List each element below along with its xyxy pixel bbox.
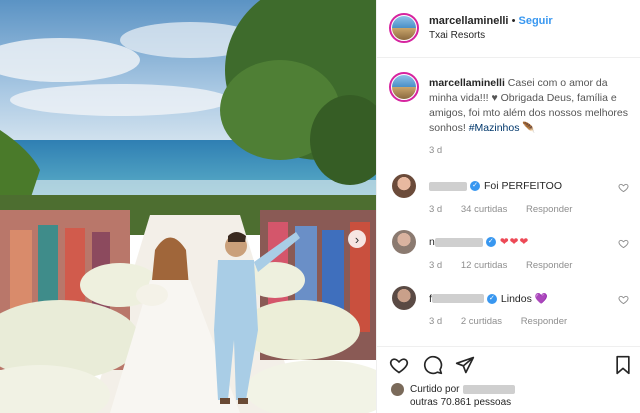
reply-button[interactable]: Responder — [526, 260, 572, 271]
heart-outline-icon[interactable] — [389, 355, 409, 375]
location-link[interactable]: Txai Resorts — [429, 30, 485, 41]
chevron-right-icon: › — [354, 231, 360, 247]
comment-time: 3 d — [429, 204, 443, 215]
comment-likes[interactable]: 34 curtidas — [461, 204, 507, 215]
liked-by-label: Curtido por — [410, 383, 460, 395]
like-comment-heart-icon[interactable] — [618, 238, 629, 249]
liker-avatar — [391, 382, 404, 396]
commenter-avatar[interactable] — [392, 174, 416, 198]
hashtag-link[interactable]: #Mazinhos — [469, 122, 520, 134]
next-photo-button[interactable]: › — [348, 230, 366, 248]
comment-text: Lindos 💜 — [500, 293, 548, 305]
author-line: marcellaminelli • Seguir — [429, 15, 553, 27]
like-comment-heart-icon[interactable] — [618, 294, 629, 305]
caption-text: marcellaminelli Casei com o amor da minh… — [429, 76, 629, 136]
comment-meta: 3 d 12 curtidas Responder — [429, 260, 588, 271]
post-header: marcellaminelli • Seguir Txai Resorts — [377, 0, 640, 58]
comment-time: 3 d — [429, 316, 443, 327]
reply-button[interactable]: Responder — [526, 204, 572, 215]
post-photo[interactable]: › — [0, 0, 376, 413]
caption-timestamp: 3 d — [429, 145, 443, 156]
caption-username[interactable]: marcellaminelli — [429, 77, 505, 89]
comment-line: n ✓ ❤❤❤ — [429, 236, 530, 248]
username-redacted[interactable] — [431, 294, 484, 303]
reply-button[interactable]: Responder — [521, 316, 567, 327]
comment-line: ✓ Foi PERFEITOO — [429, 180, 562, 192]
commenter-avatar[interactable] — [392, 286, 416, 310]
comment-line: f ✓ Lindos 💜 — [429, 292, 548, 306]
comment-likes[interactable]: 12 curtidas — [461, 260, 507, 271]
username-redacted[interactable] — [434, 237, 483, 247]
comment-text: Foi PERFEITOO — [484, 180, 562, 192]
username-redacted[interactable] — [429, 181, 467, 191]
commenter-avatar[interactable] — [392, 230, 416, 254]
comment-meta: 3 d 2 curtidas Responder — [429, 316, 583, 327]
wedding-photo — [0, 0, 376, 413]
author-avatar[interactable] — [389, 13, 419, 43]
comment-likes[interactable]: 2 curtidas — [461, 316, 502, 327]
comment-item: ✓ Foi PERFEITOO 3 d 34 curtidas Responde… — [389, 174, 633, 224]
author-username[interactable]: marcellaminelli — [429, 15, 509, 27]
paper-plane-icon[interactable] — [455, 355, 475, 375]
verified-badge-icon: ✓ — [485, 237, 496, 247]
feather-emoji: 🪶 — [522, 122, 536, 134]
other-likes[interactable]: outras 70.861 pessoas — [410, 397, 511, 408]
post-sidebar: marcellaminelli • Seguir Txai Resorts ma… — [376, 0, 640, 413]
verified-badge-icon: ✓ — [486, 293, 497, 304]
comment-meta: 3 d 34 curtidas Responder — [429, 204, 588, 215]
like-comment-heart-icon[interactable] — [618, 182, 629, 193]
caption-avatar[interactable] — [389, 72, 419, 102]
comment-time: 3 d — [429, 260, 443, 271]
liker-username-redacted[interactable] — [463, 384, 516, 394]
separator-dot: • — [511, 15, 516, 27]
speech-bubble-icon[interactable] — [423, 355, 443, 375]
comment-item: n ✓ ❤❤❤ 3 d 12 curtidas Responder — [389, 230, 633, 280]
bookmark-icon[interactable] — [613, 355, 633, 375]
liked-by-line[interactable]: Curtido por — [391, 382, 517, 396]
post-actions: Curtido por outras 70.861 pessoas — [377, 346, 640, 413]
verified-badge-icon: ✓ — [470, 181, 480, 191]
follow-button[interactable]: Seguir — [518, 15, 552, 27]
comment-item: f ✓ Lindos 💜 3 d 2 curtidas Responder — [389, 286, 633, 336]
comment-text: ❤❤❤ — [499, 236, 530, 248]
